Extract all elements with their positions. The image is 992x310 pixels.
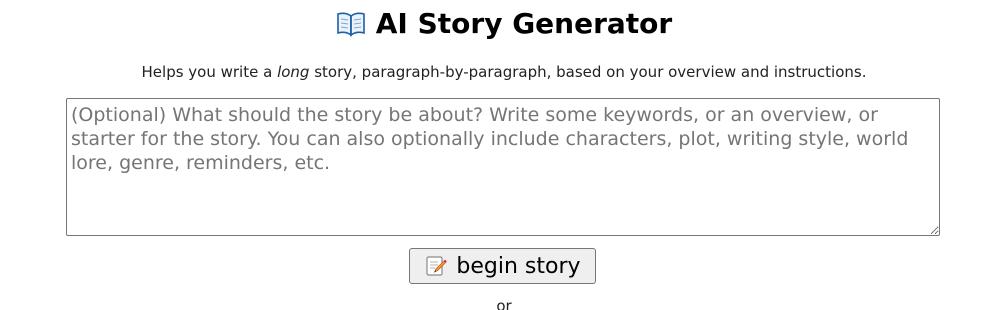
page-title-text: AI Story Generator	[375, 7, 673, 40]
subtitle-text-start: Helps you write a	[141, 63, 278, 81]
page-title: AI Story Generator	[0, 4, 992, 44]
page-subtitle: Helps you write a long story, paragraph-…	[0, 61, 992, 83]
or-separator: or	[496, 297, 512, 310]
begin-story-label: begin story	[456, 253, 581, 279]
story-generator-page: AI Story Generator Helps you write a lon…	[0, 0, 992, 310]
open-book-icon	[336, 8, 366, 37]
subtitle-text-end: story, paragraph-by-paragraph, based on …	[309, 63, 867, 81]
story-overview-input[interactable]	[66, 98, 940, 236]
begin-story-button[interactable]: begin story	[409, 248, 596, 284]
subtitle-emphasis: long	[277, 63, 310, 81]
memo-pencil-icon	[424, 254, 448, 278]
